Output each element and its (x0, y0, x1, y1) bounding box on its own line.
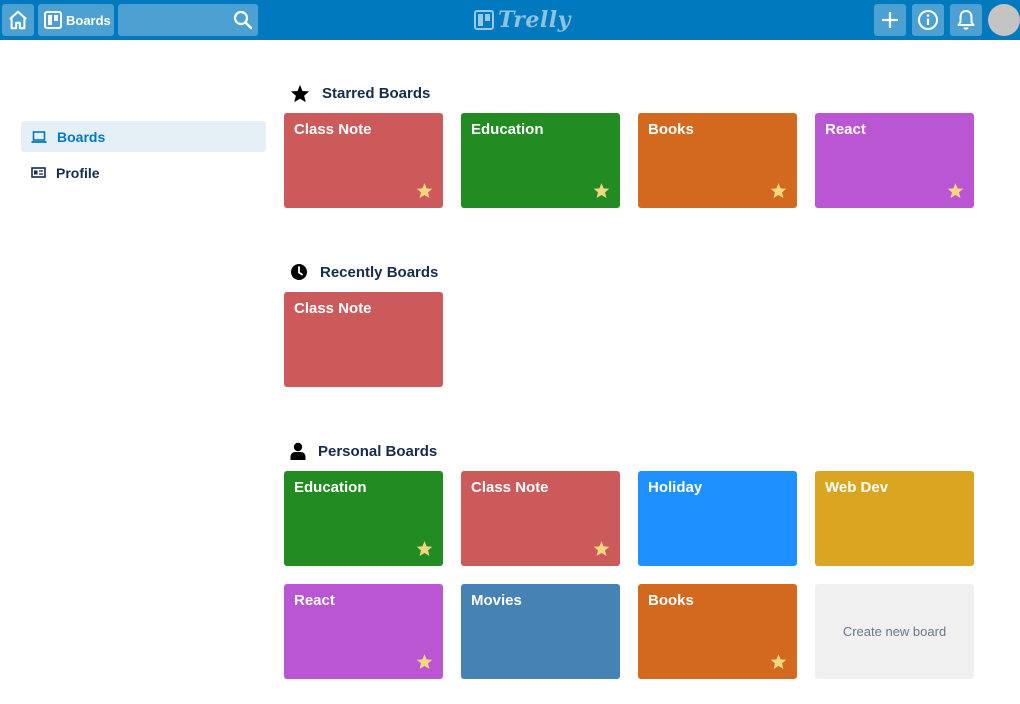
user-icon (290, 442, 306, 460)
sidebar-item-label: Boards (57, 128, 106, 145)
board-card-react[interactable]: React (284, 584, 443, 679)
notifications-button[interactable] (950, 4, 982, 36)
board-title: Class Note (294, 121, 372, 138)
clock-icon (291, 264, 307, 280)
star-icon[interactable] (416, 540, 433, 557)
home-button[interactable] (2, 4, 34, 36)
sidebar-item-boards[interactable]: Boards (21, 121, 266, 152)
star-icon[interactable] (416, 182, 433, 199)
personal-boards-heading: Personal Boards (290, 442, 437, 460)
logo-board-icon (474, 10, 494, 30)
sidebar-item-profile[interactable]: Profile (21, 157, 266, 188)
board-card-class-note[interactable]: Class Note (461, 471, 620, 566)
board-title: Education (471, 121, 544, 138)
star-icon[interactable] (947, 182, 964, 199)
board-title: Class Note (471, 479, 549, 496)
laptop-icon (31, 130, 47, 143)
board-title: Movies (471, 592, 522, 609)
recent-boards-heading: Recently Boards (290, 263, 438, 281)
board-title: Books (648, 592, 694, 609)
home-icon (9, 10, 27, 30)
board-card-movies[interactable]: Movies (461, 584, 620, 679)
top-navbar: Boards Trelly (0, 0, 1020, 40)
star-icon[interactable] (416, 653, 433, 670)
board-card-education[interactable]: Education (461, 113, 620, 208)
board-card-education[interactable]: Education (284, 471, 443, 566)
logo-text: Trelly (498, 7, 571, 33)
starred-boards-heading: Starred Boards (290, 84, 430, 103)
boards-button[interactable]: Boards (38, 4, 114, 36)
id-card-icon (31, 167, 46, 178)
add-button[interactable] (874, 4, 906, 36)
sidebar-item-label: Profile (56, 164, 100, 181)
sidebar: Boards Profile (21, 121, 266, 193)
star-icon[interactable] (593, 540, 610, 557)
info-icon (918, 10, 938, 30)
create-new-board-button[interactable]: Create new board (815, 584, 974, 679)
section-title: Personal Boards (318, 442, 438, 460)
create-board-label: Create new board (842, 624, 947, 639)
board-title: Class Note (294, 300, 372, 317)
board-title: React (294, 592, 335, 609)
star-icon[interactable] (770, 182, 787, 199)
section-title: Starred Boards (322, 85, 431, 102)
board-title: React (825, 121, 866, 138)
bell-icon (957, 10, 975, 30)
board-title: Holiday (648, 479, 703, 496)
board-card-books[interactable]: Books (638, 113, 797, 208)
search-box (118, 4, 258, 36)
plus-icon (882, 12, 898, 28)
board-card-web-dev[interactable]: Web Dev (815, 471, 974, 566)
info-button[interactable] (912, 4, 944, 36)
section-title: Recently Boards (320, 263, 439, 281)
board-card-class-note[interactable]: Class Note (284, 113, 443, 208)
star-icon (290, 84, 310, 103)
search-icon[interactable] (232, 9, 254, 31)
avatar[interactable] (988, 4, 1020, 36)
board-title: Education (294, 479, 367, 496)
star-icon[interactable] (770, 653, 787, 670)
board-card-holiday[interactable]: Holiday (638, 471, 797, 566)
board-card-books[interactable]: Books (638, 584, 797, 679)
board-title: Web Dev (825, 479, 889, 496)
board-card-class-note[interactable]: Class Note (284, 292, 443, 387)
board-card-react[interactable]: React (815, 113, 974, 208)
board-title: Books (648, 121, 694, 138)
star-icon[interactable] (593, 182, 610, 199)
board-icon (44, 11, 62, 29)
app-logo[interactable]: Trelly (474, 6, 571, 34)
boards-button-label: Boards (66, 12, 111, 28)
